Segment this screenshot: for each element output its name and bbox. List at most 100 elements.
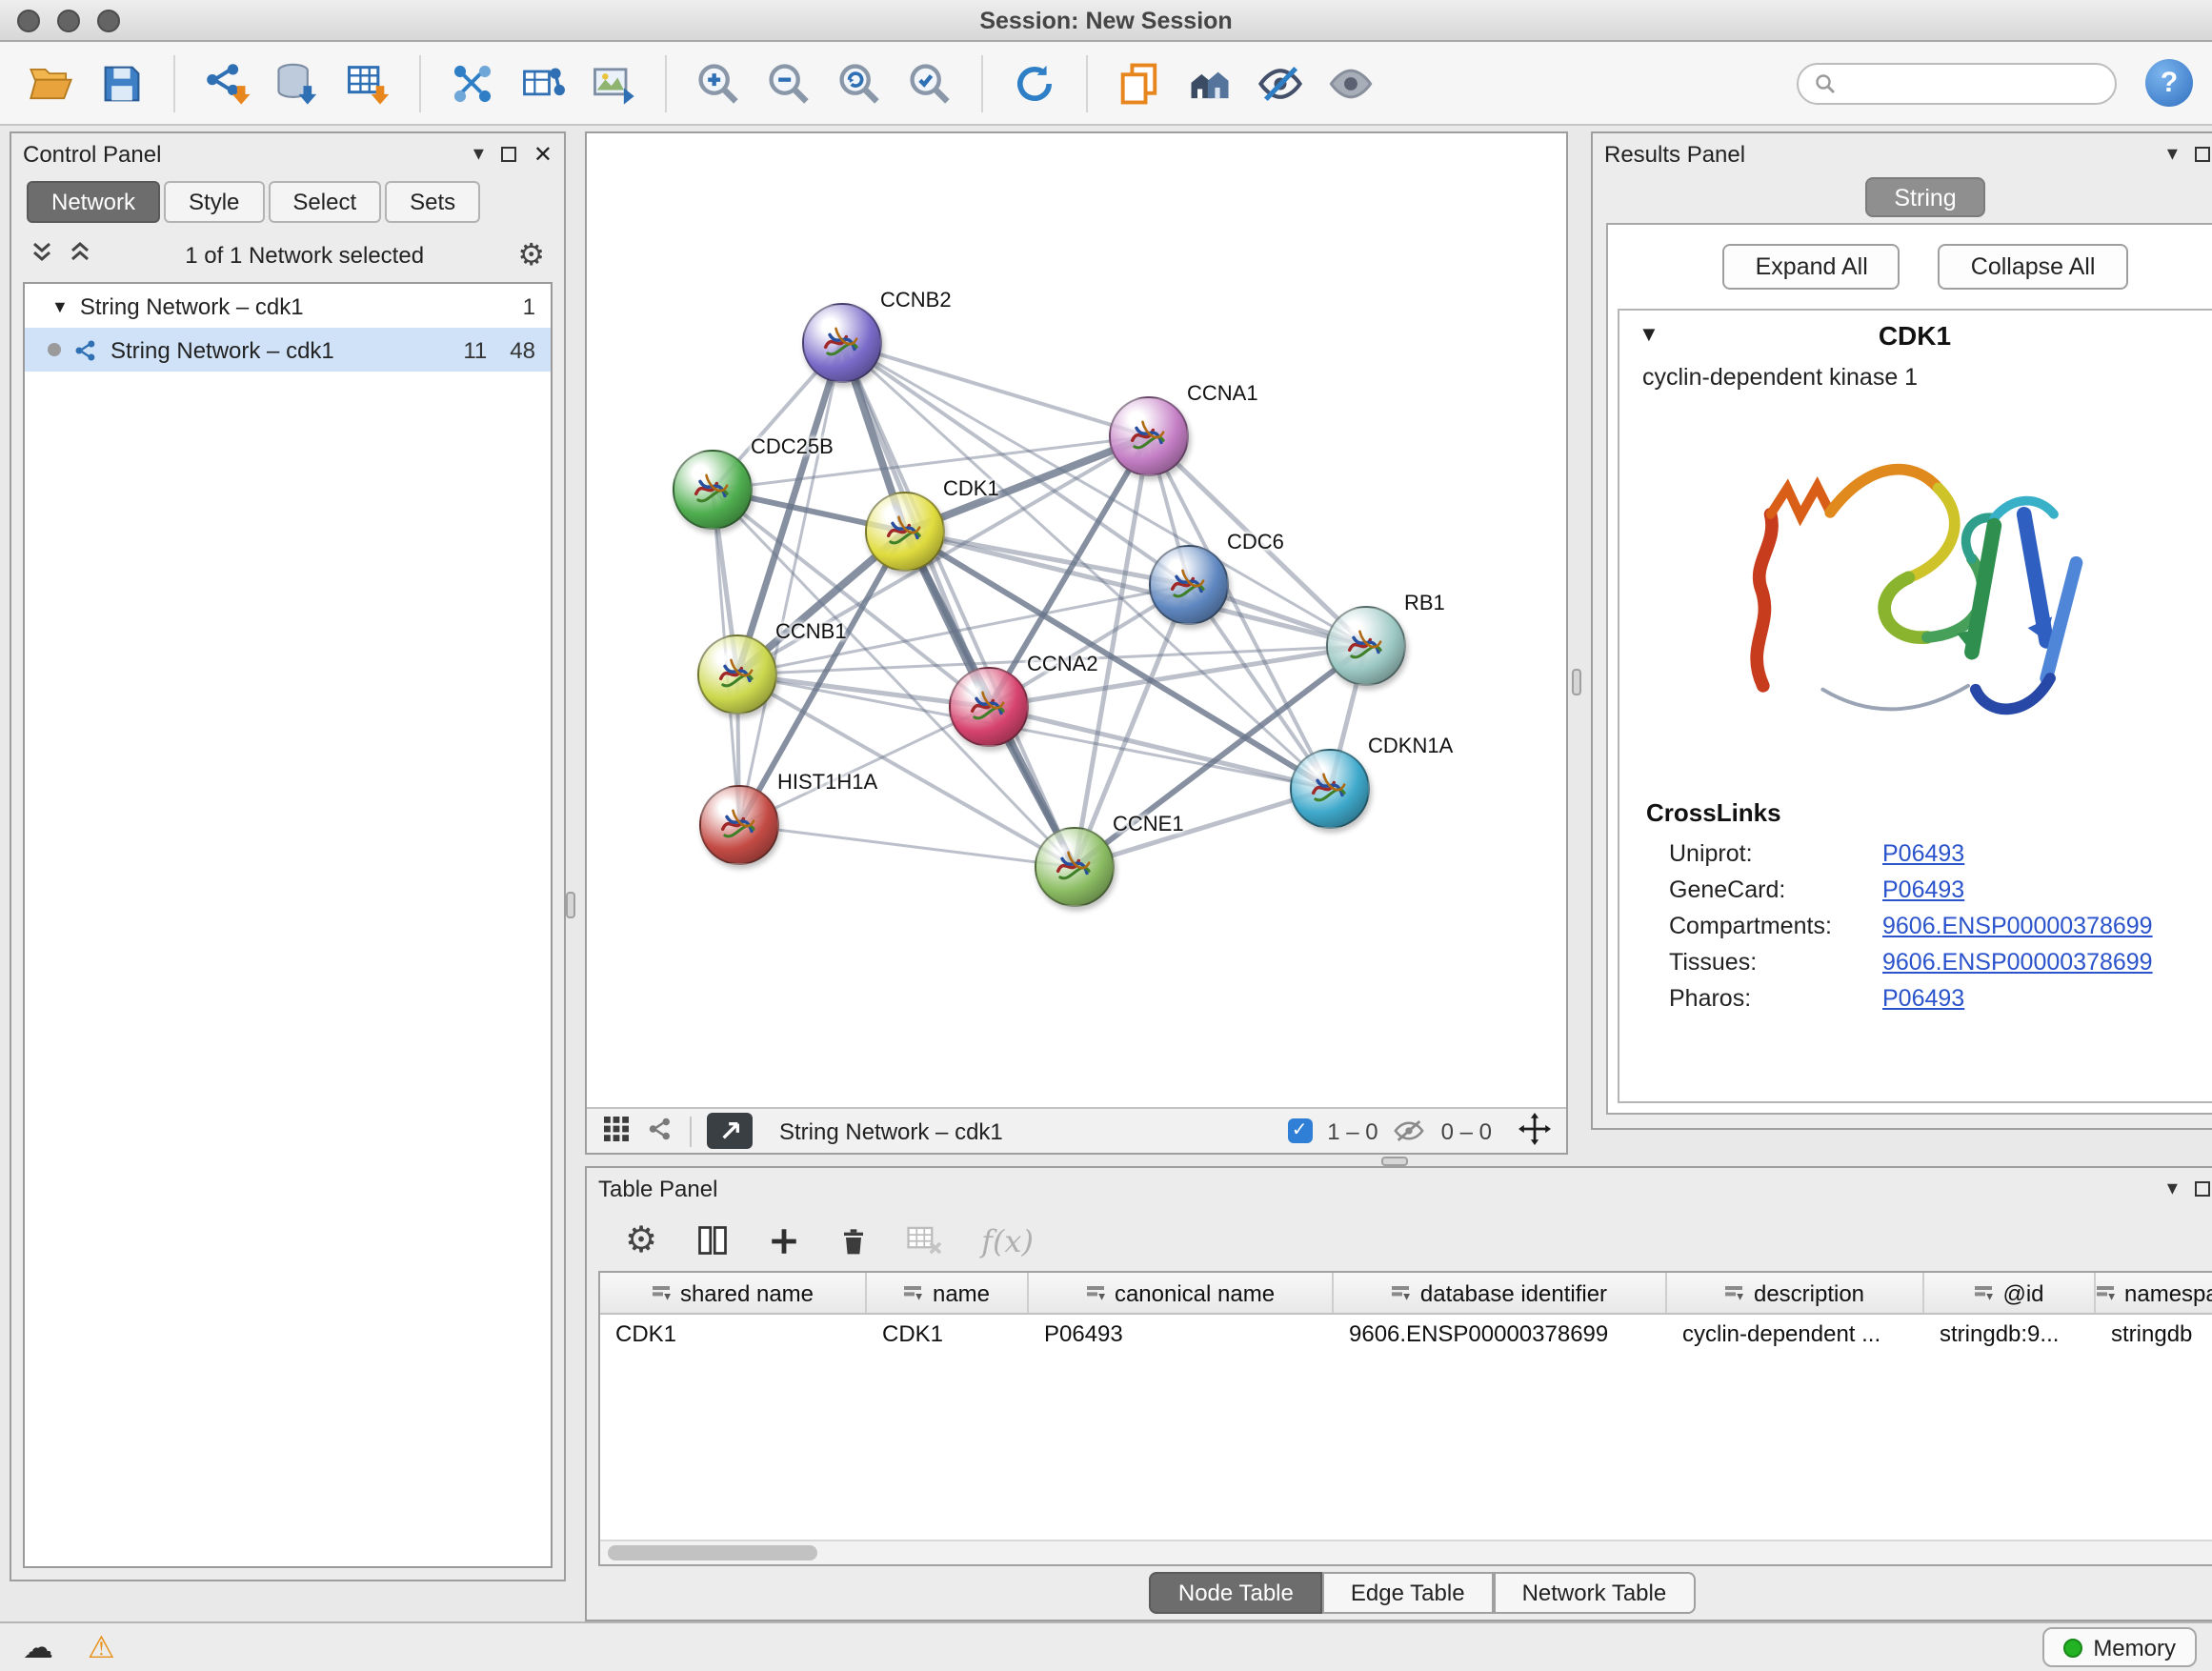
network-node-rb1[interactable] xyxy=(1326,606,1406,686)
fit-content-icon[interactable] xyxy=(1518,1112,1551,1150)
show-columns-icon[interactable] xyxy=(695,1223,730,1258)
column-header[interactable]: namespace xyxy=(2096,1273,2212,1313)
zoom-fit-button[interactable] xyxy=(831,52,888,113)
crosslink-genecard[interactable]: P06493 xyxy=(1882,876,1964,902)
cloud-status-icon[interactable]: ☁ xyxy=(23,1632,53,1662)
network-options-gear-icon[interactable]: ⚙ xyxy=(517,239,545,270)
column-header[interactable]: database identifier xyxy=(1334,1273,1667,1313)
splitter-handle[interactable] xyxy=(566,892,575,918)
expand-all-button[interactable]: Expand All xyxy=(1723,244,1900,290)
delete-table-icon[interactable] xyxy=(907,1225,943,1256)
function-builder-icon[interactable]: f(x) xyxy=(981,1222,1034,1258)
network-node-ccne1[interactable] xyxy=(1035,827,1115,907)
annotation-mode-button[interactable] xyxy=(707,1113,753,1149)
open-session-button[interactable] xyxy=(23,52,80,113)
import-network-database-button[interactable] xyxy=(269,52,326,113)
protein-section-header[interactable]: ▼ CDK1 xyxy=(1619,311,2212,360)
protein-thumbnail xyxy=(1341,621,1391,671)
tab-node-table[interactable]: Node Table xyxy=(1150,1572,1322,1614)
network-node-ccnb2[interactable] xyxy=(802,303,882,383)
table-row[interactable]: CDK1 CDK1 P06493 9606.ENSP00000378699 cy… xyxy=(600,1315,2212,1353)
splitter-handle[interactable] xyxy=(1381,1157,1408,1166)
network-node-cdc25b[interactable] xyxy=(673,450,753,530)
hidden-items-icon xyxy=(1394,1118,1426,1143)
tab-style[interactable]: Style xyxy=(164,181,264,223)
tab-string[interactable]: String xyxy=(1865,177,1984,217)
duplicate-network-button[interactable] xyxy=(1111,52,1168,113)
string-results-body: Expand All Collapse All ▼ CDK1 cyclin-de… xyxy=(1606,223,2212,1115)
zoom-selected-button[interactable] xyxy=(901,52,958,113)
network-node-ccna1[interactable] xyxy=(1109,396,1189,476)
panel-menu-icon[interactable]: ▾ xyxy=(2167,144,2178,165)
create-column-icon[interactable] xyxy=(768,1224,800,1257)
tab-network-table[interactable]: Network Table xyxy=(1494,1572,1696,1614)
grid-view-icon[interactable] xyxy=(602,1114,631,1148)
save-session-button[interactable] xyxy=(93,52,151,113)
expand-all-icon[interactable] xyxy=(69,240,91,269)
apply-layout-button[interactable] xyxy=(1006,52,1063,113)
selected-counts: 1 – 0 xyxy=(1327,1117,1377,1144)
section-expander-icon[interactable]: ▼ xyxy=(1639,324,1659,347)
crosslink-pharos[interactable]: P06493 xyxy=(1882,984,1964,1011)
crosslink-tissues[interactable]: 9606.ENSP00000378699 xyxy=(1882,948,2153,975)
column-header[interactable]: description xyxy=(1667,1273,1924,1313)
network-canvas[interactable]: CCNB2CCNA1CDC25BCDK1CDC6RB1CCNB1CCNA2CDK… xyxy=(587,133,1566,1107)
zoom-out-button[interactable] xyxy=(760,52,817,113)
network-edges[interactable] xyxy=(587,133,1566,1107)
network-node-cdc6[interactable] xyxy=(1149,545,1229,625)
help-button[interactable]: ? xyxy=(2145,59,2193,107)
tab-sets[interactable]: Sets xyxy=(385,181,480,223)
crosslink-compartments[interactable]: 9606.ENSP00000378699 xyxy=(1882,912,2153,938)
panel-menu-icon[interactable]: ▾ xyxy=(473,144,484,165)
home-button[interactable] xyxy=(1181,52,1238,113)
crosslink-uniprot[interactable]: P06493 xyxy=(1882,839,1964,866)
column-header[interactable]: @id xyxy=(1924,1273,2096,1313)
column-header[interactable]: name xyxy=(867,1273,1029,1313)
show-graphics-details-button[interactable] xyxy=(1322,52,1379,113)
scrollbar-thumb[interactable] xyxy=(608,1545,817,1560)
splitter-handle[interactable] xyxy=(1572,669,1581,695)
collapse-all-button[interactable]: Collapse All xyxy=(1939,244,2128,290)
import-table-file-button[interactable] xyxy=(339,52,396,113)
panel-close-icon[interactable]: ✕ xyxy=(533,143,553,166)
panel-float-icon[interactable] xyxy=(501,147,516,162)
panel-float-icon[interactable] xyxy=(2195,1181,2210,1197)
hide-annotations-button[interactable] xyxy=(1252,52,1309,113)
column-header[interactable]: shared name xyxy=(600,1273,867,1313)
protein-thumbnail xyxy=(1305,764,1355,814)
export-image-button[interactable] xyxy=(585,52,642,113)
memory-button[interactable]: Memory xyxy=(2041,1627,2197,1667)
import-network-file-button[interactable] xyxy=(198,52,255,113)
network-node-ccnb1[interactable] xyxy=(697,634,777,715)
tab-network[interactable]: Network xyxy=(27,181,160,223)
network-collection-row[interactable]: ▼ String Network – cdk1 1 xyxy=(25,284,551,328)
birdseye-view-icon[interactable] xyxy=(646,1114,674,1148)
panel-menu-icon[interactable]: ▾ xyxy=(2167,1178,2178,1199)
network-row-selected[interactable]: String Network – cdk1 11 48 xyxy=(25,328,551,372)
search-input[interactable] xyxy=(1846,68,2100,98)
memory-label: Memory xyxy=(2093,1634,2176,1661)
column-header[interactable]: canonical name xyxy=(1029,1273,1334,1313)
zoom-in-button[interactable] xyxy=(690,52,747,113)
warnings-icon[interactable]: ⚠ xyxy=(88,1632,115,1662)
protein-thumbnail xyxy=(713,650,762,699)
table-panel-header: Table Panel ▾ ✕ xyxy=(587,1168,2212,1210)
collapse-all-icon[interactable] xyxy=(30,240,53,269)
tab-select[interactable]: Select xyxy=(268,181,381,223)
protein-section: ▼ CDK1 cyclin-dependent kinase 1 xyxy=(1618,309,2212,1103)
network-row-label: String Network – cdk1 xyxy=(111,336,334,363)
table-options-gear-icon[interactable]: ⚙ xyxy=(625,1222,657,1258)
new-network-button[interactable] xyxy=(444,52,501,113)
results-panel-header: Results Panel ▾ ✕ xyxy=(1593,133,2212,175)
network-node-hist1h1a[interactable] xyxy=(699,785,779,865)
delete-column-icon[interactable] xyxy=(838,1224,869,1257)
expander-icon[interactable]: ▼ xyxy=(51,296,69,315)
network-node-cdk1[interactable] xyxy=(865,492,945,572)
network-from-table-button[interactable] xyxy=(514,52,572,113)
network-node-cdkn1a[interactable] xyxy=(1290,749,1370,829)
network-node-ccna2[interactable] xyxy=(949,667,1029,747)
panel-float-icon[interactable] xyxy=(2195,147,2210,162)
node-label-ccna1: CCNA1 xyxy=(1187,383,1258,406)
selected-items-icon[interactable]: ✓ xyxy=(1287,1118,1312,1143)
tab-edge-table[interactable]: Edge Table xyxy=(1322,1572,1494,1614)
